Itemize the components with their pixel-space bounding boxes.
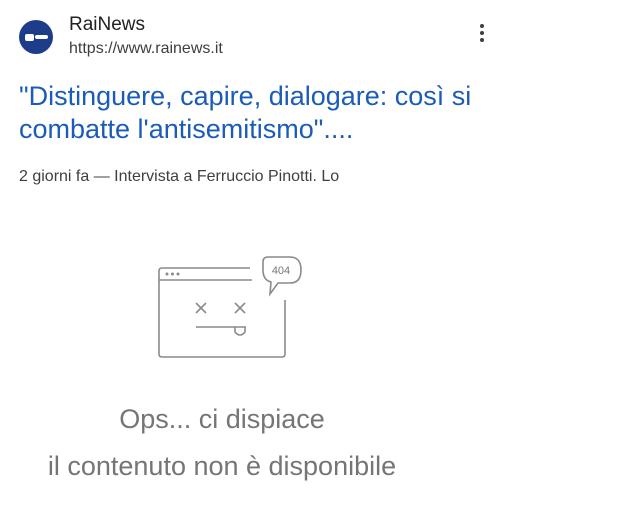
search-result: RaiNews https://www.rainews.it "Distingu… <box>0 0 640 521</box>
error-message-line2: il contenuto non è disponibile <box>47 451 397 481</box>
more-options-button[interactable] <box>470 20 494 46</box>
window-dot <box>171 272 174 276</box>
result-title-link[interactable]: "Distinguere, capire, dialogare: così si… <box>19 80 489 146</box>
result-snippet: 2 giorni fa — Intervista a Ferruccio Pin… <box>19 168 340 185</box>
site-url[interactable]: https://www.rainews.it <box>69 39 223 59</box>
bubble-404-text: 404 <box>272 265 290 277</box>
more-vert-icon-dot <box>480 38 484 42</box>
window-dot <box>165 272 169 276</box>
error-message-line1: Ops... ci dispiace <box>119 404 325 434</box>
x-eye-left <box>195 302 207 314</box>
more-vert-icon-dot <box>480 31 484 35</box>
broken-browser-window-icon: 404 <box>158 256 302 358</box>
tongue <box>234 327 246 336</box>
rainews-logo-mark <box>24 33 48 41</box>
window-dot <box>176 272 180 276</box>
x-eye-right <box>234 302 246 314</box>
rainews-favicon-icon[interactable] <box>19 20 53 54</box>
window-frame <box>158 267 286 358</box>
more-vert-icon <box>480 24 484 28</box>
site-name[interactable]: RaiNews <box>69 13 145 37</box>
